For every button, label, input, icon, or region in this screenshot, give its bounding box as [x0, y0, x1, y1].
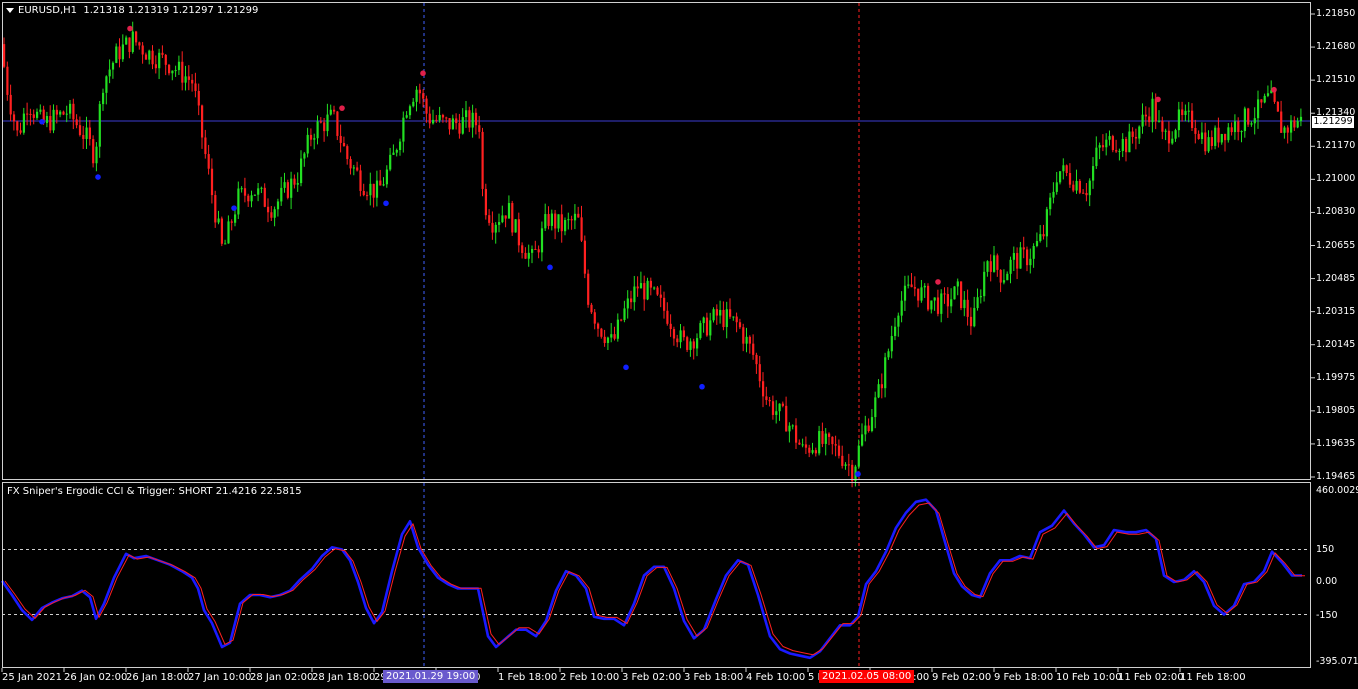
price-axis-label: 1.19805 [1316, 404, 1356, 416]
price-axis-label: 1.20145 [1316, 338, 1356, 350]
ind-axis-upper: 150 [1316, 544, 1335, 555]
time-axis-label: 9 Feb 18:00 [994, 672, 1054, 683]
crosshair-time-red: 2021.02.05 08:00 [819, 670, 915, 683]
time-axis-label: 3 Feb 02:00 [622, 672, 682, 683]
price-axis-label: 1.21170 [1316, 140, 1356, 152]
price-axis-label: 1.19465 [1316, 471, 1356, 482]
time-axis-label: 11 Feb 18:00 [1180, 672, 1246, 683]
low-price: 1.21297 [172, 5, 214, 16]
high-price: 1.21319 [127, 5, 170, 16]
time-axis-label: 4 Feb 10:00 [746, 672, 806, 683]
time-axis-label: 3 Feb 18:00 [684, 672, 744, 683]
indicator-header: FX Sniper's Ergodic CCI & Trigger: SHORT… [7, 486, 302, 497]
indicator-frame [2, 482, 1311, 668]
price-axis-label: 1.20830 [1316, 206, 1356, 218]
price-axis-label: 1.21000 [1316, 173, 1356, 185]
ind-axis-zero: 0.00 [1316, 576, 1338, 587]
open-price: 1.21318 [83, 5, 125, 16]
ind-axis-min: -395.0718 [1316, 656, 1358, 667]
price-axis-label: 1.21680 [1316, 41, 1356, 53]
ind-axis-max: 460.0029 [1316, 485, 1358, 496]
time-axis-label: 28 Jan 02:00 [250, 672, 314, 683]
time-axis-label: 10 Feb 10:00 [1056, 672, 1122, 683]
symbol-label: EURUSD,H1 [18, 5, 78, 16]
close-price: 1.21299 [217, 5, 259, 16]
indicator-signal: SHORT [178, 486, 213, 497]
time-axis-label: 2 Feb 10:00 [560, 672, 620, 683]
ind-axis-lower: -150 [1316, 610, 1338, 621]
price-axis-label: 1.19635 [1316, 437, 1356, 449]
crosshair-time-blue: 2021.01.29 19:00 [383, 670, 479, 683]
chart-window[interactable]: EURUSD,H1 1.21318 1.21319 1.21297 1.2129… [0, 0, 1358, 689]
price-axis-label: 1.21850 [1316, 8, 1356, 19]
price-axis-label: 1.20315 [1316, 305, 1356, 317]
price-axis-label: 1.20655 [1316, 239, 1356, 251]
time-axis-label: 11 Feb 02:00 [1118, 672, 1184, 683]
time-axis-label: 25 Jan 2021 [2, 672, 62, 683]
price-axis-label: 1.19975 [1316, 371, 1356, 383]
price-axis-label: 1.20485 [1316, 272, 1356, 284]
symbol-header: EURUSD,H1 1.21318 1.21319 1.21297 1.2129… [6, 5, 258, 16]
time-axis-label: 28 Jan 18:00 [312, 672, 376, 683]
current-price-label: 1.21299 [1312, 116, 1354, 128]
indicator-name: FX Sniper's Ergodic CCI & Trigger: [7, 486, 176, 497]
time-axis-label: 26 Jan 02:00 [64, 672, 128, 683]
time-axis-label: 27 Jan 10:00 [188, 672, 252, 683]
indicator-value-2: 22.5815 [260, 486, 302, 497]
price-axis-label: 1.21510 [1316, 74, 1356, 86]
time-axis-label: 9 Feb 02:00 [932, 672, 992, 683]
time-axis-label: 26 Jan 18:00 [126, 672, 190, 683]
indicator-value-1: 21.4216 [215, 486, 258, 497]
main-chart-frame [2, 2, 1311, 480]
dropdown-triangle-icon[interactable] [6, 7, 14, 13]
time-axis-label: 1 Feb 18:00 [498, 672, 558, 683]
